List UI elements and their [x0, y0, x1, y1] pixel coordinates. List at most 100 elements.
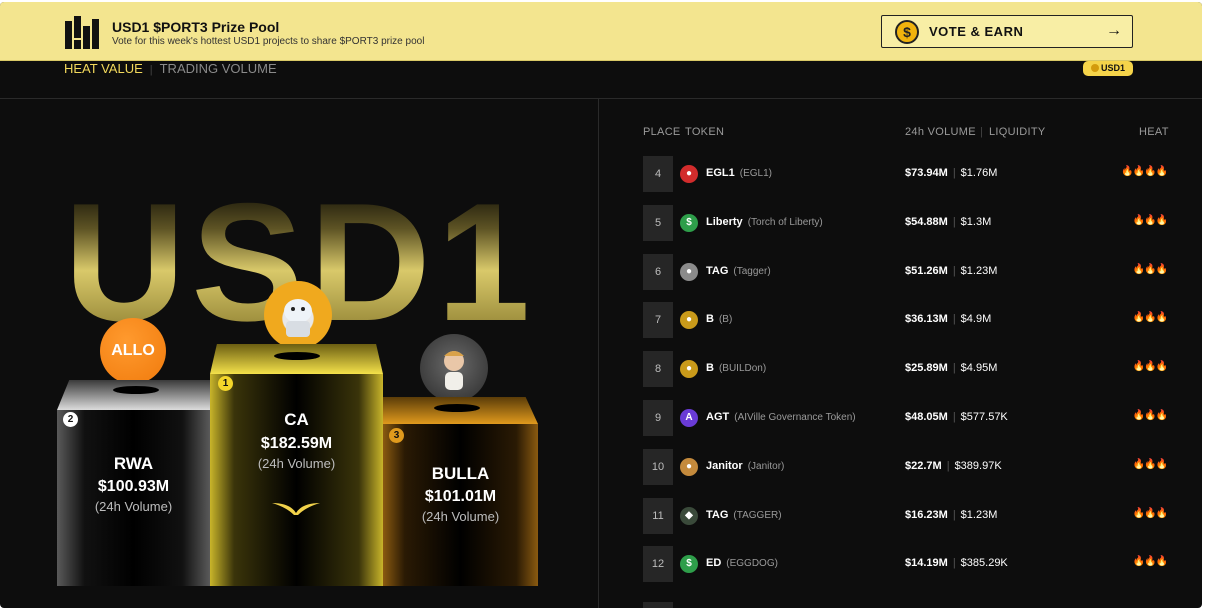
- token-liquidity: $1.23M: [960, 264, 998, 277]
- heat-fire-icons: 🔥🔥🔥: [1132, 312, 1168, 324]
- podium-first-hole: [274, 352, 320, 360]
- token-liquidity: $385.29K: [960, 557, 1008, 570]
- header-place: PLACE: [643, 126, 681, 138]
- token-symbol: Janitor: [706, 459, 743, 472]
- token-symbol: ED: [706, 557, 722, 570]
- token-full-name: (Torch of Liberty): [747, 216, 823, 228]
- token-full-name: (Tagger): [733, 265, 771, 277]
- tab-heat-value[interactable]: HEAT VALUE: [64, 61, 143, 76]
- token-full-name: (TAGGER): [733, 509, 782, 521]
- token-liquidity: $577.57K: [960, 411, 1008, 423]
- token-name: ED (EGGDOG): [706, 557, 778, 569]
- vote-button-label: VOTE & EARN: [929, 24, 1024, 39]
- tab-trading-volume[interactable]: TRADING VOLUME: [160, 61, 277, 76]
- rwa-avatar-text: ALLO: [111, 342, 155, 359]
- token-icon: ●: [680, 457, 698, 476]
- header-liquidity: LIQUIDITY: [989, 126, 1046, 138]
- row-rank: 6: [643, 253, 673, 290]
- token-icon: $: [680, 213, 698, 232]
- vote-and-earn-button[interactable]: $ VOTE & EARN →: [881, 15, 1133, 48]
- token-volume: $25.89M: [905, 362, 948, 375]
- heat-fire-icons: 🔥🔥🔥🔥: [1121, 166, 1168, 177]
- heat-fire-icons: 🔥🔥🔥: [1132, 556, 1168, 568]
- token-volume-liquidity: $14.19M | $385.29K: [905, 557, 1008, 569]
- podium-second-sub: (24h Volume): [94, 499, 173, 514]
- heat-fire-icons: 🔥🔥🔥: [1132, 507, 1168, 519]
- table-row[interactable]: 4 ● EGL1 (EGL1) $73.94M | $1.76M 🔥🔥🔥🔥: [643, 156, 1173, 192]
- heat-fire-icons: 🔥🔥🔥: [1132, 410, 1168, 421]
- table-row[interactable]: 9 A AGT (AIVille Governance Token) $48.05M | $…: [643, 400, 1173, 436]
- token-volume: $73.94M: [905, 167, 948, 179]
- tab-separator: |: [149, 64, 153, 76]
- token-liquidity: $4.9M: [960, 313, 992, 326]
- podium-second[interactable]: 2 RWA $100.93M (24h Volume): [57, 380, 210, 586]
- table-row[interactable]: 11 ◆ TAG (TAGGER) $16.23M | $1.23M 🔥🔥🔥: [643, 497, 1173, 534]
- rwa-avatar[interactable]: ALLO: [100, 318, 166, 384]
- token-name: EGL1 (EGL1): [706, 167, 772, 179]
- token-symbol: AGT: [706, 411, 730, 423]
- token-volume-liquidity: $16.23M | $1.23M: [905, 509, 997, 521]
- podium-first-name: CA: [284, 410, 309, 429]
- podium-third-hole: [434, 404, 480, 412]
- token-symbol: B: [706, 313, 714, 326]
- value-separator: |: [952, 167, 956, 179]
- row-rank: 4: [643, 156, 673, 192]
- token-name: TAG (Tagger): [706, 265, 771, 277]
- token-name: B (BUILDon): [706, 362, 766, 374]
- podium-third-sub: (24h Volume): [421, 509, 500, 524]
- arrow-right-icon: →: [1106, 22, 1122, 39]
- token-liquidity: $1.23M: [960, 508, 998, 521]
- token-volume: $54.88M: [905, 215, 948, 228]
- row-rank: 7: [643, 302, 673, 339]
- token-name: Janitor (Janitor): [706, 460, 784, 472]
- token-name: Liberty (Torch of Liberty): [706, 216, 823, 228]
- table-row[interactable]: 6 ● TAG (Tagger) $51.26M | $1.23M 🔥🔥🔥: [643, 253, 1173, 290]
- row-rank: [643, 602, 673, 608]
- podium-second-name: RWA: [113, 454, 154, 473]
- usd1-coin-icon: [1090, 64, 1099, 72]
- token-icon: ◆: [680, 506, 698, 525]
- table-row[interactable]: 10 ● Janitor (Janitor) $22.7M | $389.97K 🔥🔥🔥: [643, 448, 1173, 485]
- table-row[interactable]: 7 ● B (B) $36.13M | $4.9M 🔥🔥🔥: [643, 302, 1173, 339]
- bulla-child-icon: [444, 351, 464, 390]
- podium-third-volume: $101.01M: [424, 488, 497, 505]
- token-icon: ●: [680, 311, 698, 330]
- token-liquidity: $389.97K: [954, 459, 1002, 472]
- token-liquidity: $1.3M: [960, 215, 992, 228]
- table-row[interactable]: 5 $ Liberty (Torch of Liberty) $54.88M | $1.3M…: [643, 204, 1173, 241]
- token-volume: $14.19M: [905, 557, 948, 570]
- table-row[interactable]: 12 $ ED (EGGDOG) $14.19M | $385.29K 🔥🔥🔥: [643, 546, 1173, 583]
- token-name: AGT (AIVille Governance Token): [706, 411, 856, 423]
- value-separator: |: [952, 362, 956, 375]
- token-volume: $48.05M: [905, 411, 948, 423]
- table-row-partial[interactable]: [643, 602, 1173, 608]
- podium-first-sub: (24h Volume): [257, 456, 336, 471]
- usd1-chip[interactable]: USD1: [1083, 61, 1133, 76]
- heat-fire-icons: 🔥🔥🔥: [1132, 458, 1168, 470]
- podium-second-top: [57, 380, 210, 410]
- token-icon: A: [680, 409, 698, 427]
- banner-subtitle: Vote for this week's hottest USD1 projec…: [112, 36, 425, 47]
- header-sep: |: [980, 126, 984, 138]
- row-rank: 12: [643, 546, 673, 583]
- row-rank: 10: [643, 448, 673, 485]
- value-separator: |: [952, 557, 956, 570]
- token-icon: $: [680, 555, 698, 574]
- ca-avatar[interactable]: [264, 281, 332, 349]
- row-rank: 5: [643, 204, 673, 241]
- bulla-avatar[interactable]: [420, 334, 488, 402]
- token-volume-liquidity: $54.88M | $1.3M: [905, 216, 991, 228]
- podium-third[interactable]: 3 BULLA $101.01M (24h Volume): [383, 397, 538, 586]
- heat-fire-icons: 🔥🔥🔥: [1132, 214, 1168, 226]
- token-name: B (B): [706, 313, 732, 325]
- coin-icon: $: [895, 20, 919, 44]
- value-separator: |: [952, 264, 956, 277]
- token-icon: ●: [680, 360, 698, 379]
- token-icon: ●: [680, 165, 698, 183]
- podium-first[interactable]: 1 CA $182.59M (24h Volume): [210, 344, 383, 586]
- rank-badge-1: 1: [218, 376, 233, 391]
- value-separator: |: [952, 508, 956, 521]
- token-full-name: (EGL1): [739, 168, 772, 179]
- table-row[interactable]: 8 ● B (BUILDon) $25.89M | $4.95M 🔥🔥🔥: [643, 351, 1173, 388]
- token-volume: $22.7M: [905, 459, 942, 472]
